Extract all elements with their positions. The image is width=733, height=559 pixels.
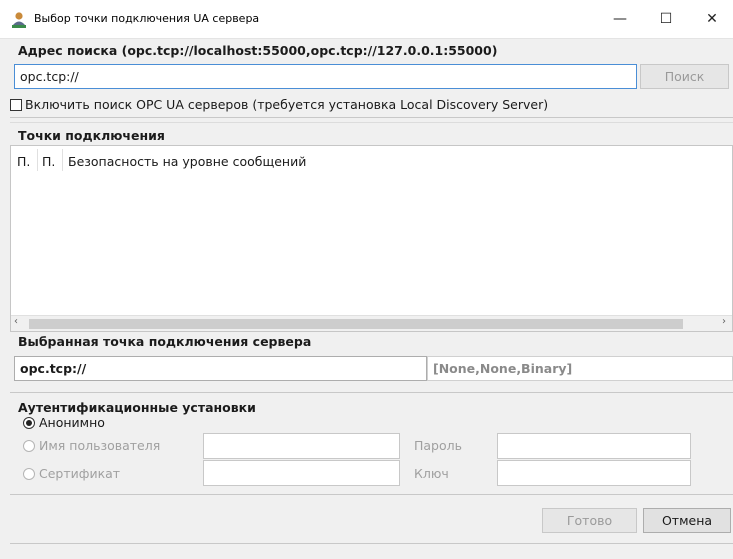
username-radio[interactable] (23, 439, 35, 452)
cancel-button[interactable]: Отмена (643, 508, 731, 533)
discovery-checkbox-label: Включить поиск OPC UA серверов (требуетс… (25, 97, 549, 112)
column-header[interactable]: Безопасность на уровне сообщений (68, 154, 306, 169)
certificate-label: Сертификат (39, 466, 121, 481)
username-input[interactable] (203, 433, 400, 459)
title-bar: Выбор точки подключения UA сервера — ☐ ✕ (0, 0, 733, 38)
endpoints-list[interactable]: П. П. Безопасность на уровне сообщений ‹… (10, 145, 733, 332)
horizontal-scrollbar[interactable]: ‹ › (11, 315, 732, 331)
search-address-input[interactable]: opc.tcp:// (14, 64, 637, 89)
separator (10, 122, 733, 123)
key-label: Ключ (414, 466, 449, 481)
certificate-input[interactable] (203, 460, 400, 486)
selected-endpoint-input[interactable]: opc.tcp:// (14, 356, 427, 381)
column-divider (62, 149, 63, 171)
password-input[interactable] (497, 433, 691, 459)
scroll-left-icon[interactable]: ‹ (14, 316, 18, 327)
key-input[interactable] (497, 460, 691, 486)
password-label: Пароль (414, 438, 462, 453)
window-title: Выбор точки подключения UA сервера (34, 12, 260, 25)
certificate-option[interactable]: Сертификат (23, 466, 120, 481)
scroll-right-icon[interactable]: › (722, 316, 726, 327)
search-address-label: Адрес поиска (opc.tcp://localhost:55000,… (18, 43, 498, 58)
separator (10, 392, 733, 393)
username-option[interactable]: Имя пользователя (23, 438, 160, 453)
security-info-field: [None,None,Binary] (427, 356, 733, 381)
separator (10, 494, 733, 495)
separator (10, 117, 733, 118)
column-divider (37, 149, 38, 171)
column-header[interactable]: П. (42, 154, 55, 169)
separator (10, 543, 733, 544)
minimize-icon: — (613, 11, 627, 27)
maximize-icon: ☐ (659, 11, 673, 27)
discovery-checkbox[interactable] (10, 98, 22, 111)
close-icon: ✕ (706, 11, 718, 27)
auth-label: Аутентификационные установки (18, 400, 256, 415)
user-network-icon (12, 12, 26, 28)
scrollbar-thumb[interactable] (29, 319, 683, 329)
discovery-checkbox-row[interactable]: Включить поиск OPC UA серверов (требуетс… (10, 97, 548, 112)
selected-endpoint-label: Выбранная точка подключения сервера (18, 334, 312, 349)
anonymous-label: Анонимно (39, 415, 105, 430)
anonymous-option[interactable]: Анонимно (23, 415, 105, 430)
anonymous-radio[interactable] (23, 416, 35, 429)
endpoints-label: Точки подключения (18, 128, 165, 143)
close-button[interactable]: ✕ (689, 0, 733, 38)
search-button[interactable]: Поиск (640, 64, 729, 89)
maximize-button[interactable]: ☐ (643, 0, 689, 38)
username-label: Имя пользователя (39, 438, 161, 453)
minimize-button[interactable]: — (597, 0, 643, 38)
column-header[interactable]: П. (17, 154, 30, 169)
certificate-radio[interactable] (23, 467, 35, 480)
done-button[interactable]: Готово (542, 508, 637, 533)
